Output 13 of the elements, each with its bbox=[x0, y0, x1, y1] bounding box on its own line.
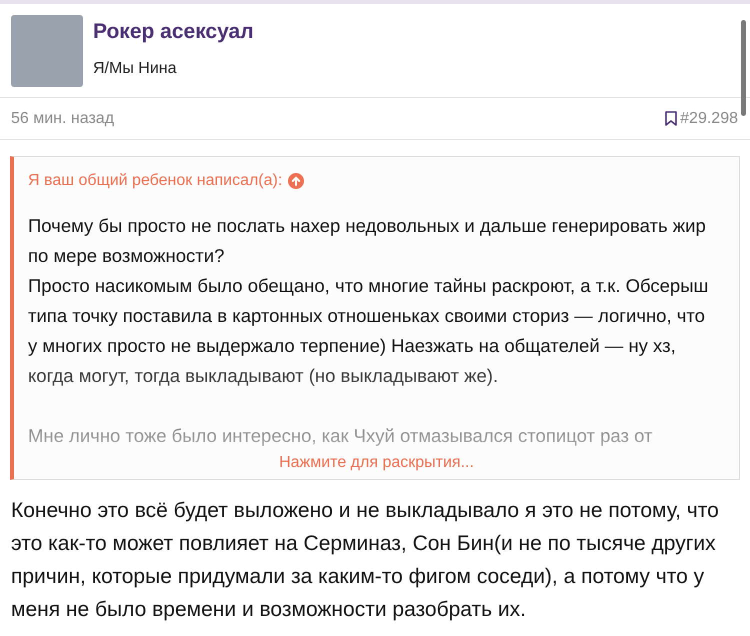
bookmark-icon[interactable] bbox=[665, 111, 678, 126]
post-body: Конечно это всё будет выложено и не выкладывало я это не потому, что это как-то может повлияет на Серминаз, Сон Бин(и не по тысяче других причин, которые придумали за каким-то фигом соседи), а потому что у меня не было времени и возможности разобрать их. bbox=[10, 498, 720, 623]
author-title: Я/Мы Нина bbox=[93, 59, 178, 79]
expand-link[interactable]: Нажмите для раскрытия... bbox=[279, 451, 474, 475]
quote-paragraph: Почему бы просто не послать нахер недовольных и дальше генерировать жир по мере возможности? bbox=[28, 214, 707, 268]
scrollbar-thumb[interactable] bbox=[741, 20, 746, 116]
quote-paragraph: Мне лично тоже было интересно, как Чхуй отмазывался стопицот раз от bbox=[28, 424, 654, 448]
quote-paragraph: Просто насикомым было обещано, что многие тайны раскроют, а т.к. Обсерыш типа точку поставила в картонных отношеньках своими сториз — логично, что у многих просто не выдержало терпение) Наезжать на общателей — ну хз, когда могут, тогда выкладывают (но выкладывают же). bbox=[28, 274, 710, 388]
quote-attribution[interactable]: Я ваш общий ребенок написал(а): bbox=[28, 169, 282, 193]
author-name[interactable]: Рокер асексуал bbox=[93, 19, 254, 45]
post-number[interactable]: #29.298 bbox=[680, 106, 738, 130]
post-time[interactable]: 56 мин. назад bbox=[11, 106, 114, 130]
arrow-up-circle-icon[interactable] bbox=[288, 173, 304, 189]
